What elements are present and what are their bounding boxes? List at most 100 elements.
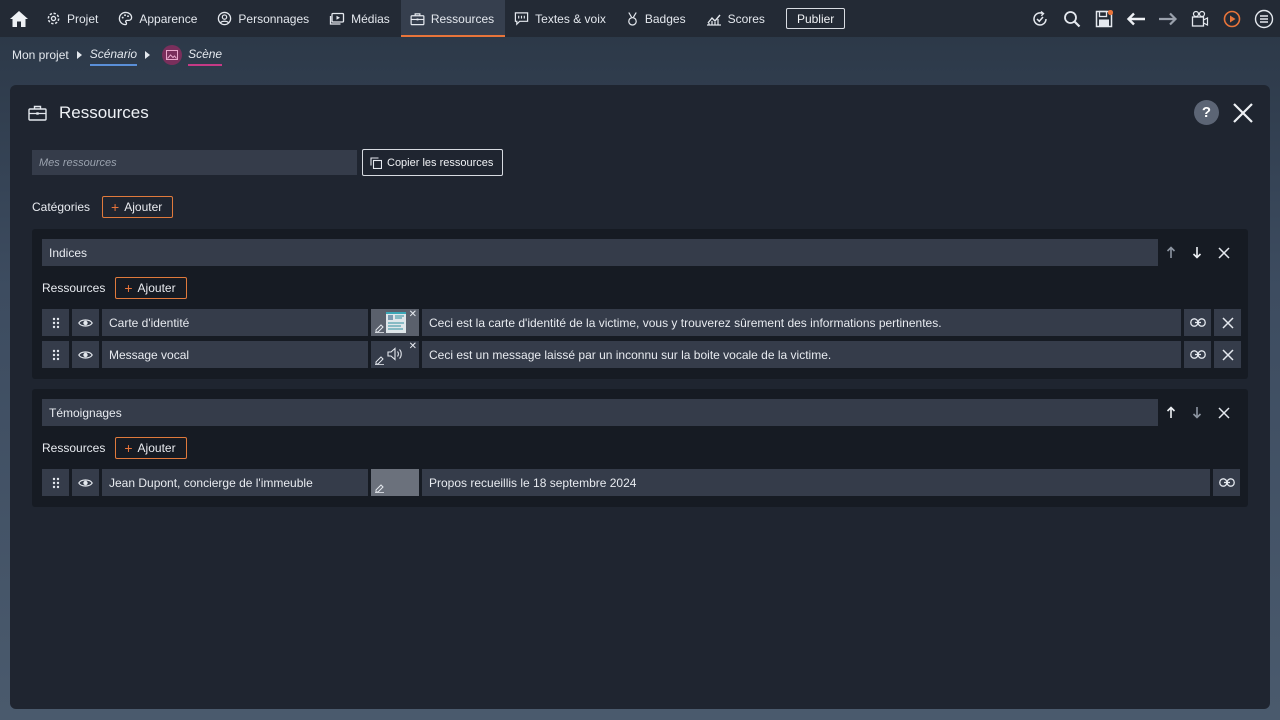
move-down-icon[interactable] [1186, 399, 1208, 426]
delete-category-icon[interactable] [1213, 399, 1235, 426]
add-label: Ajouter [124, 200, 163, 214]
resources-name-input[interactable] [32, 150, 357, 175]
resources-subheader: Ressources + Ajouter [42, 277, 187, 299]
media-icon [329, 12, 345, 26]
plus-icon: + [111, 199, 120, 215]
resource-media-slot[interactable] [371, 469, 419, 496]
panel-header: Ressources [28, 103, 149, 123]
move-up-icon[interactable] [1160, 239, 1182, 266]
nav-tab-label: Médias [351, 11, 390, 26]
nav-tab-personnages[interactable]: Personnages [208, 0, 320, 37]
nav-tab-ressources[interactable]: Ressources [400, 0, 506, 37]
speaker-icon [387, 347, 403, 361]
nav-tab-label: Apparence [139, 11, 198, 26]
home-icon[interactable] [0, 0, 37, 37]
help-button[interactable]: ? [1194, 100, 1219, 125]
breadcrumb-scenario[interactable]: Scénario [89, 47, 138, 66]
close-icon [1233, 103, 1253, 123]
link-icon[interactable] [1184, 341, 1211, 368]
add-resource-button[interactable]: + Ajouter [115, 437, 187, 459]
categories-row: Catégories + Ajouter [32, 196, 174, 218]
resource-name-field[interactable]: Carte d'identité [102, 309, 368, 336]
category-name-field[interactable]: Indices [42, 239, 1158, 266]
move-down-icon[interactable] [1186, 239, 1208, 266]
nav-tab-badges[interactable]: Badges [617, 0, 697, 37]
breadcrumb-root[interactable]: Mon projet [12, 48, 69, 62]
link-icon[interactable] [1213, 469, 1240, 496]
category-name-field[interactable]: Témoignages [42, 399, 1158, 426]
arrow-left-icon[interactable] [1120, 0, 1152, 37]
camera-icon[interactable] [1184, 0, 1216, 37]
close-panel-button[interactable] [1230, 100, 1256, 126]
resource-row: Jean Dupont, concierge de l'immeuble Pro… [42, 469, 1240, 496]
badge-icon [626, 11, 639, 27]
category-block-indices: Indices Ressources + Ajouter Carte d'ide… [32, 229, 1248, 379]
drag-handle-icon[interactable] [42, 469, 69, 496]
resource-description-field[interactable]: Ceci est la carte d'identité de la victi… [422, 309, 1181, 336]
move-up-icon[interactable] [1160, 399, 1182, 426]
resource-media-slot[interactable]: ✕ [371, 341, 419, 368]
resource-name-field[interactable]: Jean Dupont, concierge de l'immeuble [102, 469, 368, 496]
resource-name-field[interactable]: Message vocal [102, 341, 368, 368]
resource-description-field[interactable]: Ceci est un message laissé par un inconn… [422, 341, 1181, 368]
resource-media-slot[interactable]: ✕ [371, 309, 419, 336]
add-label: Ajouter [137, 281, 176, 295]
category-block-temoignages: Témoignages Ressources + Ajouter Jean Du… [32, 389, 1248, 507]
search-icon[interactable] [1056, 0, 1088, 37]
chart-icon [706, 12, 722, 26]
nav-tab-medias[interactable]: Médias [320, 0, 401, 37]
add-category-button[interactable]: + Ajouter [102, 196, 174, 218]
drag-handle-icon[interactable] [42, 341, 69, 368]
remove-media-icon[interactable]: ✕ [409, 310, 417, 320]
copy-resources-label: Copier les ressources [387, 156, 494, 169]
visibility-eye-icon[interactable] [72, 469, 99, 496]
nav-tab-projet[interactable]: Projet [37, 0, 109, 37]
panel-title: Ressources [59, 103, 149, 122]
nav-tab-apparence[interactable]: Apparence [109, 0, 208, 37]
top-navigation-bar: Projet Apparence Personnages Médias Ress… [0, 0, 1280, 37]
edit-media-icon[interactable] [375, 484, 384, 493]
resources-panel: Ressources ? Copier les ressources Catég… [10, 85, 1270, 709]
copy-resources-button[interactable]: Copier les ressources [362, 149, 504, 176]
edit-media-icon[interactable] [375, 356, 384, 365]
delete-resource-icon[interactable] [1214, 309, 1241, 336]
nav-tab-label: Badges [644, 11, 686, 26]
image-thumbnail [386, 312, 406, 333]
resource-row: Message vocal ✕ Ceci est un message lais… [42, 341, 1241, 368]
nav-tab-label: Ressources [430, 11, 495, 26]
caret-right-icon [145, 51, 151, 59]
nav-tab-label: Scores [727, 11, 765, 26]
resource-row: Carte d'identité ✕ Ceci est la carte d'i… [42, 309, 1241, 336]
add-label: Ajouter [137, 441, 176, 455]
edit-media-icon[interactable] [375, 324, 384, 333]
nav-tab-label: Personnages [238, 11, 310, 26]
nav-tab-textes-voix[interactable]: Textes & voix [505, 0, 617, 37]
breadcrumb-scene[interactable]: Scène [188, 47, 223, 66]
publish-button[interactable]: Publier [785, 8, 846, 29]
categories-label: Catégories [32, 200, 91, 214]
save-icon[interactable] [1088, 0, 1120, 37]
add-resource-button[interactable]: + Ajouter [115, 277, 187, 299]
briefcase-icon [28, 105, 47, 121]
remove-media-icon[interactable]: ✕ [409, 342, 417, 352]
delete-resource-icon[interactable] [1214, 341, 1241, 368]
plus-icon: + [124, 440, 133, 456]
drag-handle-icon[interactable] [42, 309, 69, 336]
visibility-eye-icon[interactable] [72, 309, 99, 336]
scene-image-icon [162, 45, 183, 65]
play-icon[interactable] [1216, 0, 1248, 37]
resources-label: Ressources [42, 281, 106, 295]
resources-subheader: Ressources + Ajouter [42, 437, 187, 459]
visibility-eye-icon[interactable] [72, 341, 99, 368]
arrow-right-icon[interactable] [1152, 0, 1184, 37]
nav-tab-scores[interactable]: Scores [697, 0, 776, 37]
delete-category-icon[interactable] [1213, 239, 1235, 266]
link-icon[interactable] [1184, 309, 1211, 336]
sync-check-icon[interactable] [1024, 0, 1056, 37]
palette-icon [118, 11, 133, 26]
resource-description-field[interactable]: Propos recueillis le 18 septembre 2024 [422, 469, 1210, 496]
nav-tab-label: Textes & voix [535, 11, 606, 26]
menu-icon[interactable] [1248, 0, 1280, 37]
user-circle-icon [217, 11, 232, 26]
toolbar-right [1024, 0, 1280, 37]
